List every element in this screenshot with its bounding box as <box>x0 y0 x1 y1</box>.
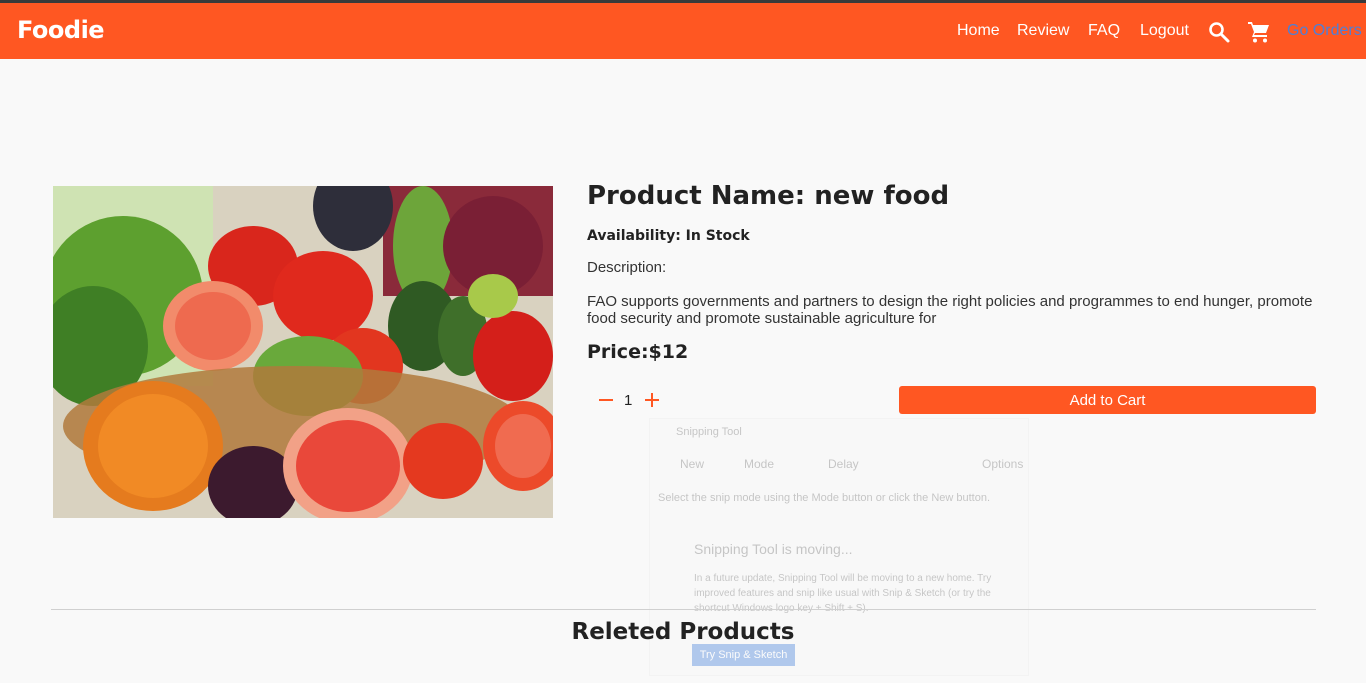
nav-link-faq[interactable]: FAQ <box>1088 22 1120 40</box>
quantity-value: 1 <box>624 392 633 409</box>
brand-logo[interactable]: Foodie <box>17 16 105 44</box>
snipping-tool-moving-title: Snipping Tool is moving... <box>694 541 853 557</box>
nav-link-go-orders[interactable]: Go Orders <box>1287 22 1362 40</box>
quantity-increase-icon[interactable] <box>642 390 662 410</box>
search-icon[interactable] <box>1207 20 1231 44</box>
section-divider <box>51 609 1316 610</box>
snipping-tool-mode: Mode <box>744 457 775 471</box>
nav-link-home[interactable]: Home <box>957 22 1000 40</box>
snipping-tool-delay: Delay <box>828 457 859 471</box>
description-label: Description: <box>587 259 667 276</box>
nav-link-logout[interactable]: Logout <box>1140 22 1189 40</box>
availability-status: Availability: In Stock <box>587 228 750 244</box>
add-to-cart-button[interactable]: Add to Cart <box>899 386 1316 414</box>
cart-icon[interactable] <box>1247 20 1271 44</box>
product-price: Price:$12 <box>587 341 689 363</box>
navbar: Foodie Home Review FAQ Logout Go Orders <box>0 3 1366 59</box>
related-products-heading: Releted Products <box>571 619 795 645</box>
product-title: Product Name: new food <box>587 181 950 211</box>
product-image <box>53 186 553 518</box>
snipping-tool-title: Snipping Tool <box>676 426 742 438</box>
snipping-tool-new: New <box>680 457 705 471</box>
product-description: FAO supports governments and partners to… <box>587 293 1313 327</box>
nav-link-review[interactable]: Review <box>1017 22 1069 40</box>
snipping-tool-options: Options <box>982 457 1024 471</box>
snipping-tool-try-button: Try Snip & Sketch <box>692 644 795 666</box>
quantity-decrease-icon[interactable] <box>596 390 616 410</box>
snipping-tool-hint: Select the snip mode using the Mode butt… <box>658 492 991 504</box>
